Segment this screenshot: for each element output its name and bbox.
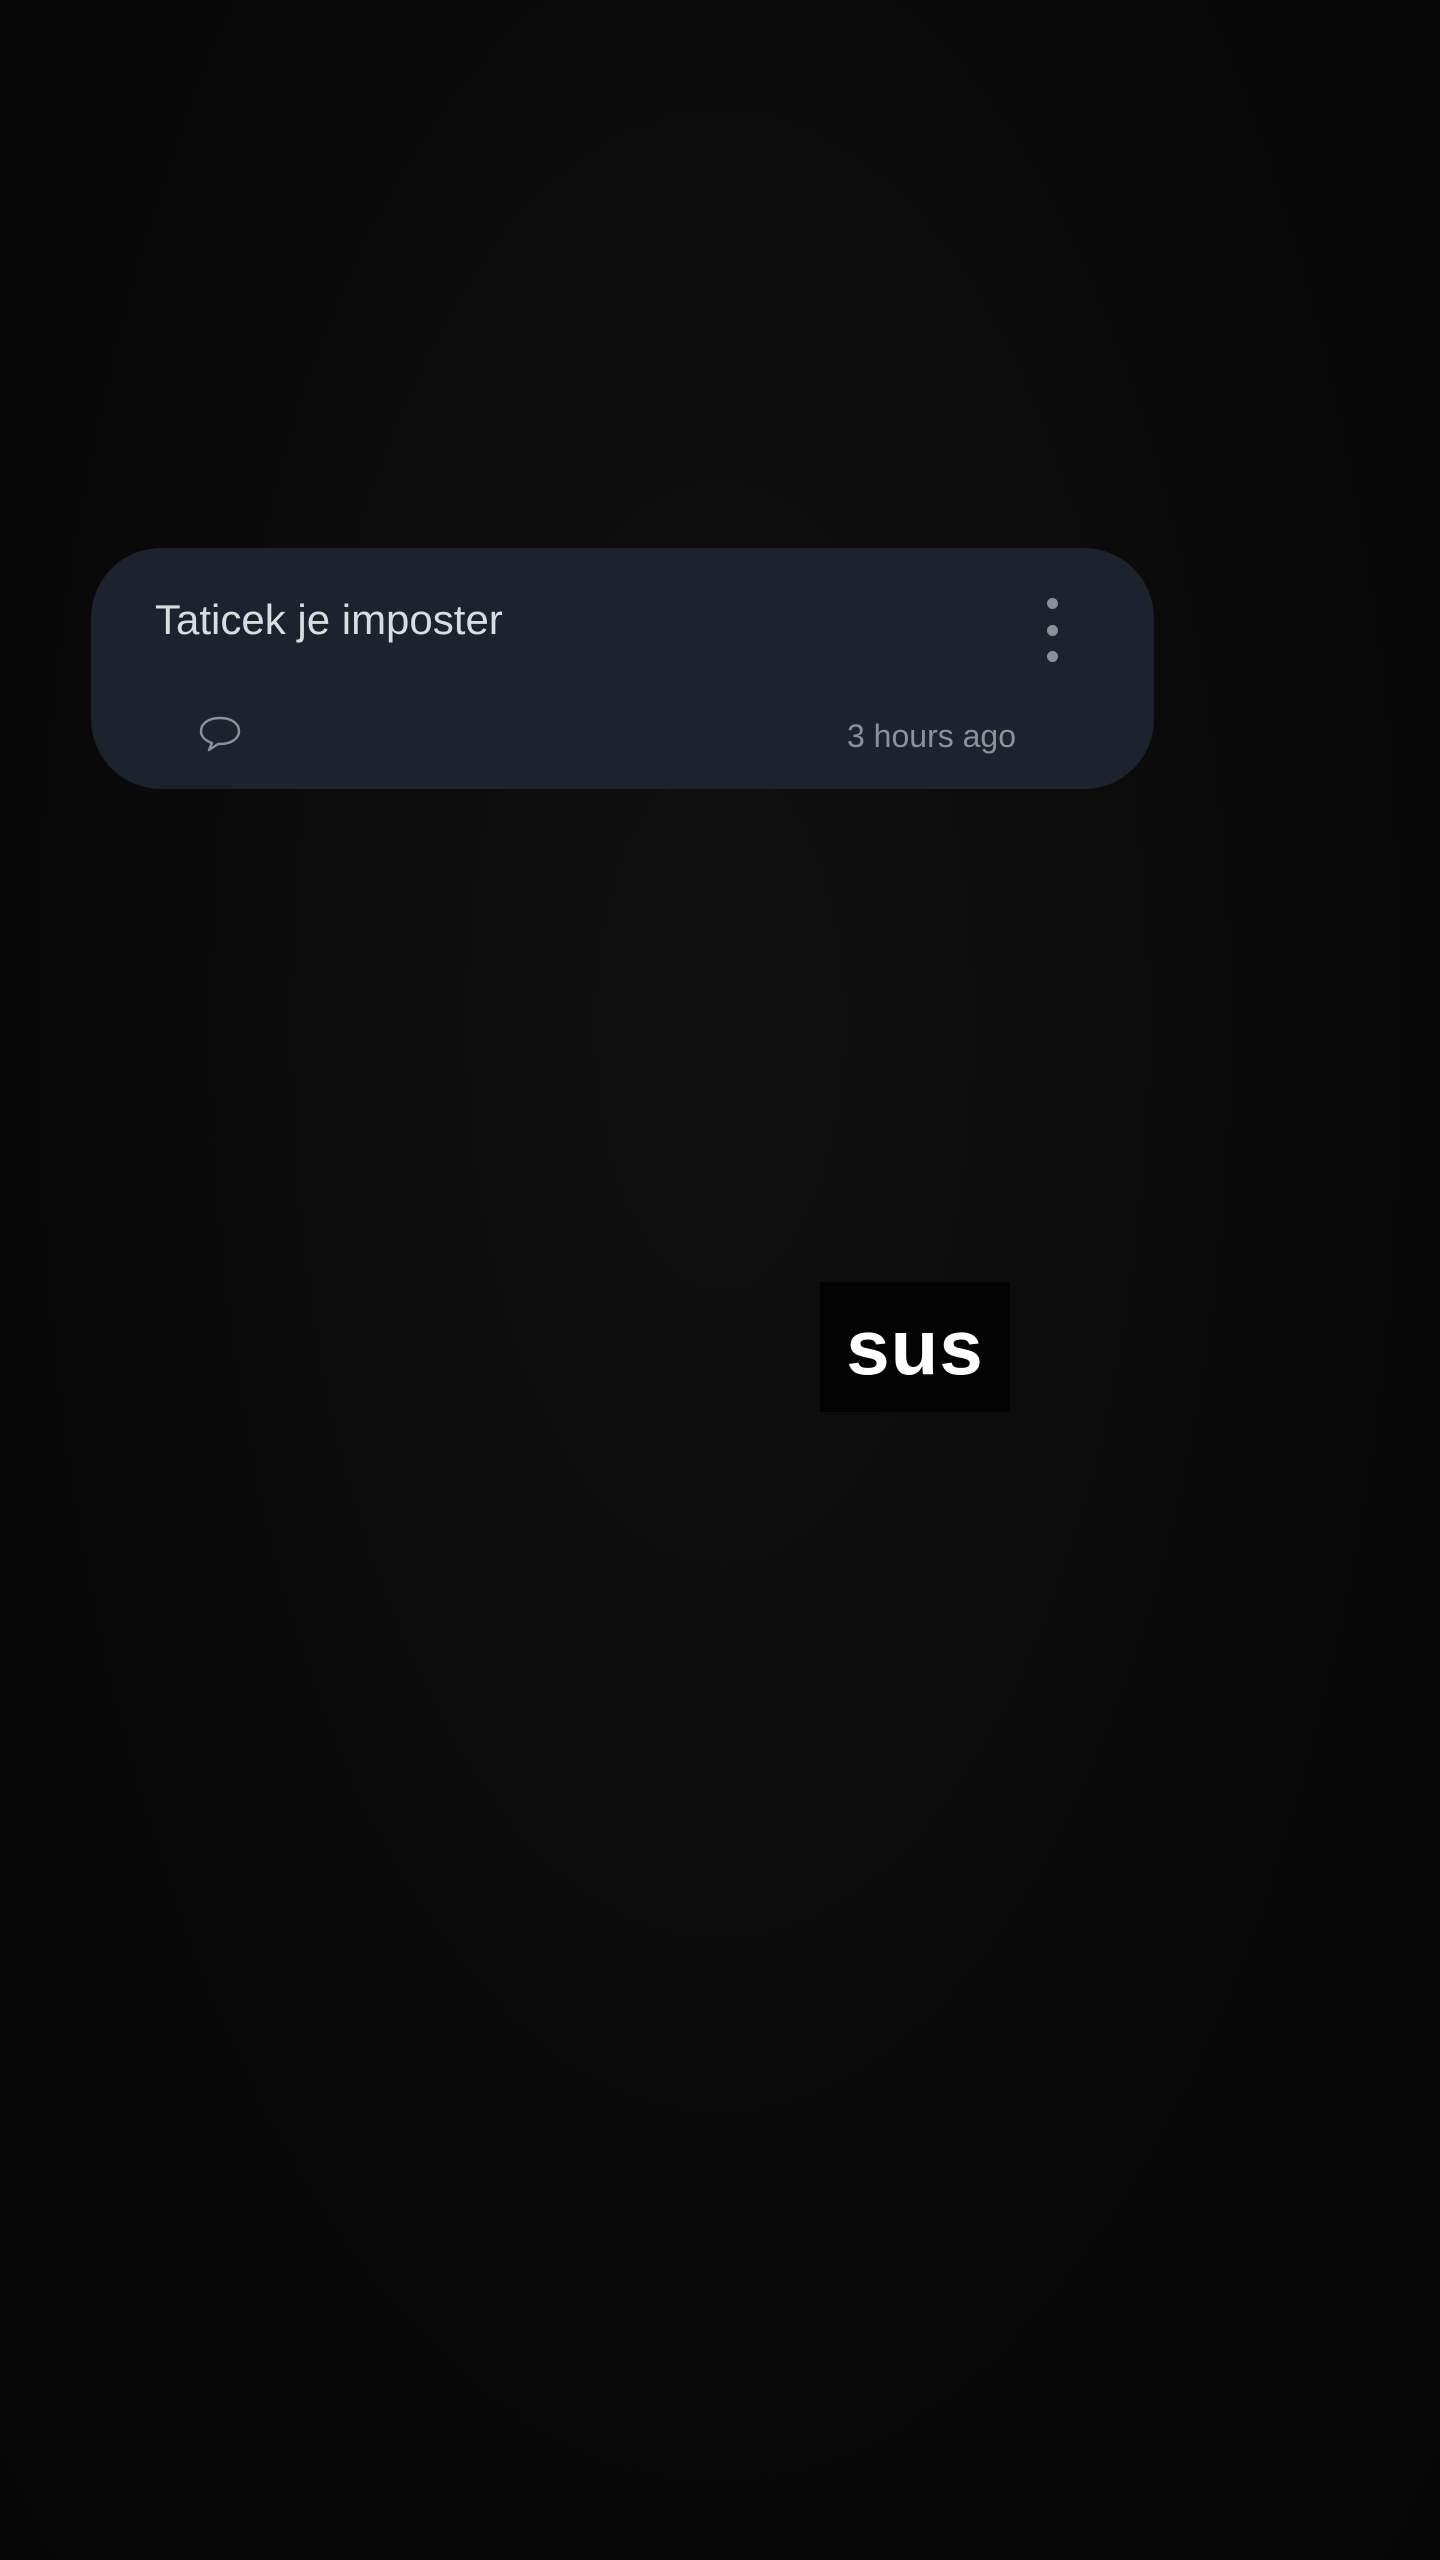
notification-card[interactable]: Taticek je imposter 3 hours ago xyxy=(91,548,1154,789)
sus-sticker: sus xyxy=(820,1282,1010,1412)
comment-button[interactable] xyxy=(197,714,243,754)
more-vert-icon-dot xyxy=(1046,651,1058,662)
sus-text: sus xyxy=(846,1302,984,1391)
more-vert-icon-dot xyxy=(1046,624,1058,636)
lock-screen: Taticek je imposter 3 hours ago sus xyxy=(0,0,1440,2560)
more-options-button[interactable] xyxy=(1037,598,1067,662)
comment-bubble-icon xyxy=(199,716,241,752)
notification-timestamp: 3 hours ago xyxy=(846,718,1016,754)
notification-title: Taticek je imposter xyxy=(155,596,503,643)
more-vert-icon xyxy=(1046,598,1058,609)
